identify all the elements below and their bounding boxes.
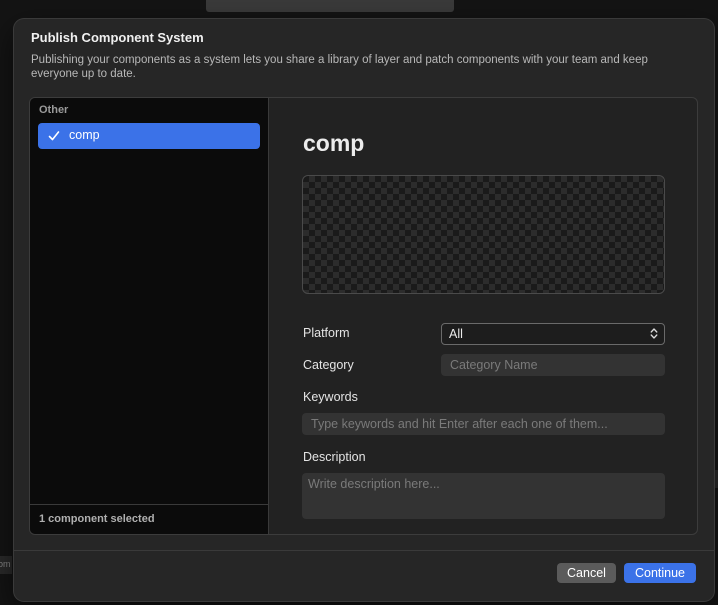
platform-value: All bbox=[449, 327, 463, 341]
footer-divider bbox=[14, 550, 714, 551]
component-detail: comp Platform All Category Keywords Desc… bbox=[269, 98, 697, 534]
sidebar-section-label: Other bbox=[39, 104, 69, 116]
keywords-input[interactable] bbox=[302, 413, 665, 435]
component-preview bbox=[302, 175, 665, 294]
dialog-title: Publish Component System bbox=[31, 30, 204, 45]
description-textarea[interactable] bbox=[302, 473, 665, 519]
cancel-button[interactable]: Cancel bbox=[557, 563, 616, 583]
description-label: Description bbox=[303, 450, 366, 464]
sidebar-item-comp[interactable]: comp bbox=[38, 123, 260, 149]
publish-dialog: Publish Component System Publishing your… bbox=[14, 19, 714, 601]
content-panel: Other comp 1 component selected comp Pla… bbox=[29, 97, 698, 535]
component-title: comp bbox=[303, 130, 365, 156]
category-label: Category bbox=[303, 358, 354, 372]
component-sidebar: Other comp 1 component selected bbox=[30, 98, 269, 534]
platform-label: Platform bbox=[303, 326, 350, 340]
keywords-label: Keywords bbox=[303, 390, 358, 404]
selection-count: 1 component selected bbox=[39, 513, 155, 525]
sidebar-item-label: comp bbox=[69, 128, 100, 142]
platform-select[interactable]: All bbox=[441, 323, 665, 345]
up-down-chevron-icon bbox=[650, 328, 658, 339]
sidebar-footer: 1 component selected bbox=[30, 504, 268, 534]
background-window-tab bbox=[206, 0, 454, 12]
category-input[interactable] bbox=[441, 354, 665, 376]
continue-button[interactable]: Continue bbox=[624, 563, 696, 583]
background-window-edge: om bbox=[0, 556, 12, 574]
dialog-subtitle: Publishing your components as a system l… bbox=[31, 54, 648, 80]
background-partial-text: om bbox=[0, 559, 11, 569]
checkmark-icon[interactable] bbox=[47, 129, 61, 143]
